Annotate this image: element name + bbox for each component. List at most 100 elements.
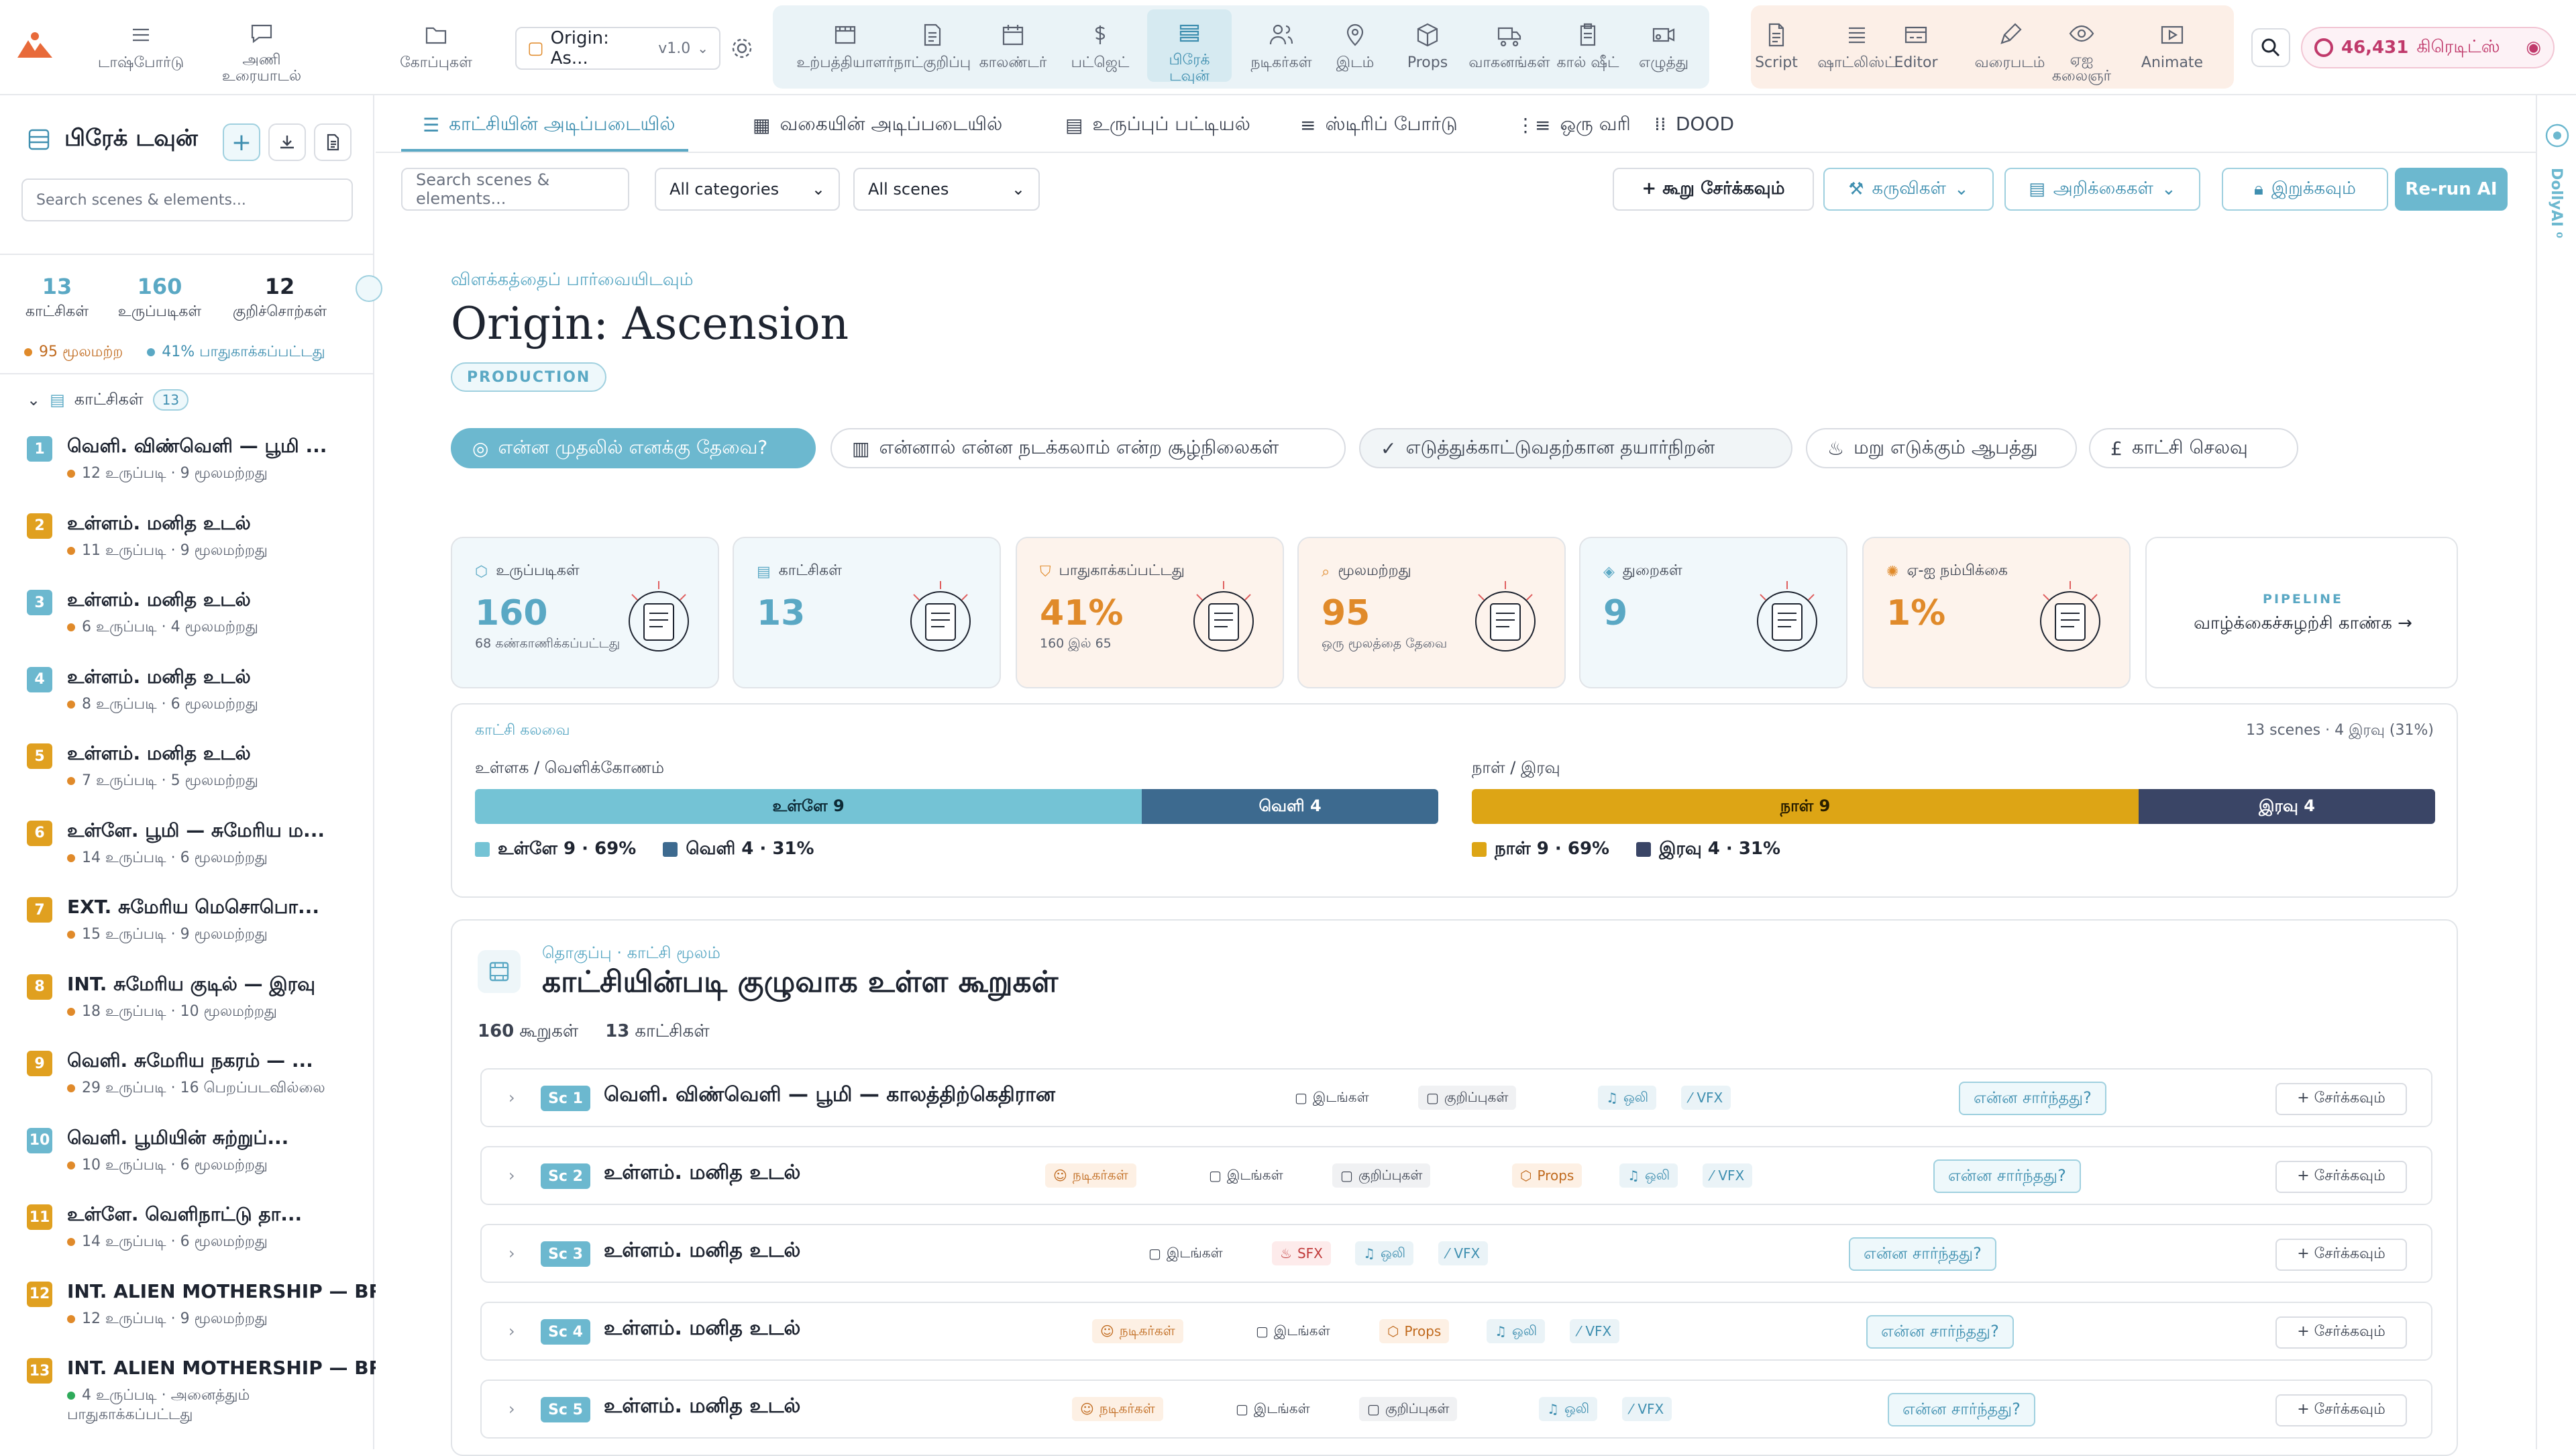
- kpi-card-2[interactable]: ▤ காட்சிகள் 13: [733, 537, 1001, 688]
- logo-icon[interactable]: [16, 31, 54, 59]
- sidebar-scene-item[interactable]: 6 உள்ளே. பூமி — சுமேரிய ம... 14 உருப்படி ·…: [27, 815, 362, 882]
- tab-3[interactable]: ▤ உருப்புப் பட்டியல்: [1065, 113, 1250, 138]
- nav-files[interactable]: கோப்புகள்: [382, 20, 490, 81]
- chevron-right-icon[interactable]: ›: [508, 1166, 515, 1185]
- insight-pill-1[interactable]: ◎ என்ன முதலில் எனக்கு தேவை?: [451, 428, 816, 468]
- eye-icon[interactable]: ◉: [2526, 38, 2541, 58]
- category-chip[interactable]: ♫ ஒலி: [1598, 1086, 1657, 1110]
- tab-6[interactable]: ⁞⁞ DOOD: [1654, 113, 1734, 135]
- add-button[interactable]: + சேர்க்கவும்: [2275, 1083, 2407, 1115]
- sidebar-scene-item[interactable]: 5 உள்ளம். மனித உடல் 7 உருப்படி · 5 மூலமற்ற…: [27, 738, 362, 805]
- search-input[interactable]: Search scenes & elements...: [401, 168, 629, 211]
- category-chip[interactable]: ▢ குறிப்புகள்: [1418, 1086, 1517, 1110]
- add-button[interactable]: + சேர்க்கவும்: [2275, 1394, 2407, 1426]
- scene-group-row[interactable]: › Sc 2 உள்ளம். மனித உடல் ☺ நடிகர்கள் ▢ இடங்கள்…: [480, 1146, 2432, 1205]
- tab-1[interactable]: ☰ காட்சியின் அடிப்படையில்: [423, 113, 676, 138]
- rerun-ai-button[interactable]: Re-run AI: [2395, 168, 2508, 211]
- add-element-button[interactable]: + கூறு சேர்க்கவும்: [1613, 168, 1814, 211]
- category-chip[interactable]: ▢ இடங்கள்: [1140, 1241, 1231, 1265]
- category-chip[interactable]: ♫ ஒலி: [1619, 1163, 1678, 1188]
- pipeline-link[interactable]: வாழ்க்கைச்சுழற்சி காண்க →: [2147, 613, 2459, 635]
- category-chip[interactable]: ▢ இடங்கள்: [1287, 1086, 1377, 1110]
- tab-4[interactable]: ≡ ஸ்டிரிப் போர்டு: [1300, 113, 1458, 138]
- scenes-section-header[interactable]: ⌄ ▤ காட்சிகள் 13: [27, 389, 189, 411]
- kpi-card-6[interactable]: ✺ ஏ-ஐ நம்பிக்கை 1%: [1862, 537, 2131, 688]
- sidebar-scene-item[interactable]: 9 வெளி. சுமேரிய நகரம் — ... 29 உருப்படி · …: [27, 1045, 362, 1112]
- scene-select[interactable]: All scenes ⌄: [853, 168, 1040, 211]
- nav-calendar[interactable]: காலண்டர்: [963, 20, 1063, 81]
- category-chip[interactable]: ⁄ VFX: [1570, 1319, 1620, 1343]
- dolly-ai-panel-toggle[interactable]: DollyAI ⁰: [2548, 168, 2565, 238]
- sidebar-search-input[interactable]: Search scenes & elements...: [21, 178, 353, 221]
- category-chip[interactable]: ⁄ VFX: [1703, 1163, 1753, 1188]
- sidebar-scene-item[interactable]: 8 INT. சுமேரிய குடில் — இரவு 18 உருப்படி ·…: [27, 969, 362, 1036]
- scene-group-row[interactable]: › Sc 3 உள்ளம். மனித உடல் ▢ இடங்கள் ♨ SFX ♫ ஒலி ⁄ V…: [480, 1224, 2432, 1283]
- nav-play[interactable]: Animate: [2132, 20, 2212, 81]
- chevron-right-icon[interactable]: ›: [508, 1322, 515, 1341]
- global-search-button[interactable]: [2251, 28, 2290, 67]
- kpi-card-3[interactable]: ⛉ பாதுகாக்கப்பட்டது 41% 160 இல் 65: [1016, 537, 1284, 688]
- category-chip[interactable]: ▢ குறிப்புகள்: [1332, 1163, 1431, 1188]
- tab-5[interactable]: ⋮≡ ஒரு வரி: [1516, 113, 1631, 138]
- scene-group-row[interactable]: › Sc 4 உள்ளம். மனித உடல் ☺ நடிகர்கள் ▢ இடங்கள்…: [480, 1302, 2432, 1361]
- tab-2[interactable]: ▦ வகையின் அடிப்படையில்: [753, 113, 1002, 138]
- sidebar-scene-item[interactable]: 10 வெளி. பூமியின் சுற்றுப்... 10 உருப்படி …: [27, 1123, 362, 1190]
- category-chip[interactable]: ☺ நடிகர்கள்: [1092, 1319, 1183, 1343]
- nav-dollar[interactable]: பட்ஜெட்: [1060, 20, 1140, 81]
- chevron-right-icon[interactable]: ›: [508, 1400, 515, 1418]
- download-button[interactable]: [268, 123, 306, 161]
- related-button[interactable]: என்ன சார்ந்தது?: [1888, 1393, 2035, 1426]
- category-chip[interactable]: ♫ ஒலி: [1355, 1241, 1414, 1265]
- insight-pill-3[interactable]: ✓ எடுத்துக்காட்டுவதற்கான தயார்நிறன்: [1359, 428, 1792, 468]
- nav-list[interactable]: ஷாட்லிஸ்ட்: [1810, 20, 1904, 81]
- add-button[interactable]: + சேர்க்கவும்: [2275, 1316, 2407, 1349]
- sidebar-scene-item[interactable]: 12 INT. ALIEN MOTHERSHIP — BR... 12 உருப்ப…: [27, 1276, 376, 1343]
- category-chip[interactable]: ⁄ VFX: [1681, 1086, 1731, 1110]
- related-button[interactable]: என்ன சார்ந்தது?: [1933, 1159, 2081, 1193]
- pipeline-tab[interactable]: [356, 275, 382, 302]
- pipeline-card[interactable]: PIPELINE வாழ்க்கைச்சுழற்சி காண்க →: [2145, 537, 2458, 688]
- sidebar-scene-item[interactable]: 11 உள்ளே. வெளிநாட்டு தா... 14 உருப்படி · 6…: [27, 1199, 362, 1266]
- nav-dashboard[interactable]: டாஷ்போர்டு: [87, 20, 195, 81]
- reports-button[interactable]: ▤ அறிக்கைகள் ⌄: [2004, 168, 2200, 211]
- nav-camera[interactable]: எழுத்து: [1622, 20, 1705, 81]
- category-chip[interactable]: ☺ நடிகர்கள்: [1045, 1163, 1136, 1188]
- insight-pill-2[interactable]: ▥ என்னால் என்ன நடக்கலாம் என்ற சூழ்நிலைகள்: [830, 428, 1346, 468]
- category-chip[interactable]: ⬡ Props: [1379, 1319, 1450, 1343]
- add-button[interactable]: + சேர்க்கவும்: [2275, 1161, 2407, 1193]
- nav-cube[interactable]: Props: [1394, 20, 1461, 81]
- nav-team-chat[interactable]: அணி உரையாடல்: [201, 20, 322, 85]
- tools-button[interactable]: ⚒ கருவிகள் ⌄: [1823, 168, 1994, 211]
- nav-eye[interactable]: ஏஐ கலைஞர்: [2046, 20, 2117, 85]
- nav-pen[interactable]: வரைபடம்: [1963, 20, 2057, 81]
- sidebar-scene-item[interactable]: 3 உள்ளம். மனித உடல் 6 உருப்படி · 4 மூலமற்ற…: [27, 584, 362, 652]
- category-chip[interactable]: ▢ குறிப்புகள்: [1359, 1397, 1458, 1421]
- credits-badge[interactable]: 46,431 கிரெடிட்ஸ் ◉: [2301, 27, 2555, 68]
- add-scene-button[interactable]: +: [223, 123, 260, 161]
- document-button[interactable]: [314, 123, 352, 161]
- project-settings-button[interactable]: [726, 32, 758, 64]
- sidebar-scene-item[interactable]: 13 INT. ALIEN MOTHERSHIP — BR... 4 உருப்பட…: [27, 1353, 376, 1423]
- category-chip[interactable]: ♫ ஒலி: [1487, 1319, 1546, 1343]
- category-chip[interactable]: ▢ இடங்கள்: [1228, 1397, 1318, 1421]
- category-chip[interactable]: ⁄ VFX: [1438, 1241, 1489, 1265]
- sidebar-scene-item[interactable]: 7 EXT. சுமேரிய மெசொபொ... 15 உருப்படி · 9 ம…: [27, 892, 362, 959]
- category-chip[interactable]: ♫ ஒலி: [1539, 1397, 1598, 1421]
- lock-button[interactable]: 🔒︎ இறுக்கவும்: [2222, 168, 2388, 211]
- nav-people[interactable]: நடிகர்கள்: [1234, 20, 1328, 81]
- nav-clipboard[interactable]: கால் ஷீட்: [1551, 20, 1625, 81]
- category-chip[interactable]: ♨ SFX: [1272, 1241, 1331, 1265]
- nav-editor[interactable]: Editor: [1892, 20, 1940, 81]
- related-button[interactable]: என்ன சார்ந்தது?: [1959, 1082, 2106, 1115]
- eye-icon[interactable]: [2544, 122, 2571, 149]
- kpi-card-5[interactable]: ◈ துறைகள் 9: [1579, 537, 1847, 688]
- add-button[interactable]: + சேர்க்கவும்: [2275, 1239, 2407, 1271]
- nav-script[interactable]: Script: [1755, 20, 1798, 81]
- nav-truck[interactable]: வாகனங்கள்: [1468, 20, 1550, 81]
- sidebar-scene-item[interactable]: 1 வெளி. விண்வெளி — பூமி ... 12 உருப்படி · …: [27, 431, 362, 498]
- related-button[interactable]: என்ன சார்ந்தது?: [1866, 1315, 2014, 1349]
- kpi-card-4[interactable]: ⌕ மூலமற்றது 95 ஒரு மூலத்தை தேவை: [1297, 537, 1566, 688]
- category-select[interactable]: All categories ⌄: [655, 168, 840, 211]
- insight-pill-5[interactable]: £ காட்சி செலவு: [2089, 428, 2298, 468]
- kpi-card-1[interactable]: ⬡ உருப்படிகள் 160 68 கண்காணிக்கப்பட்டது: [451, 537, 719, 688]
